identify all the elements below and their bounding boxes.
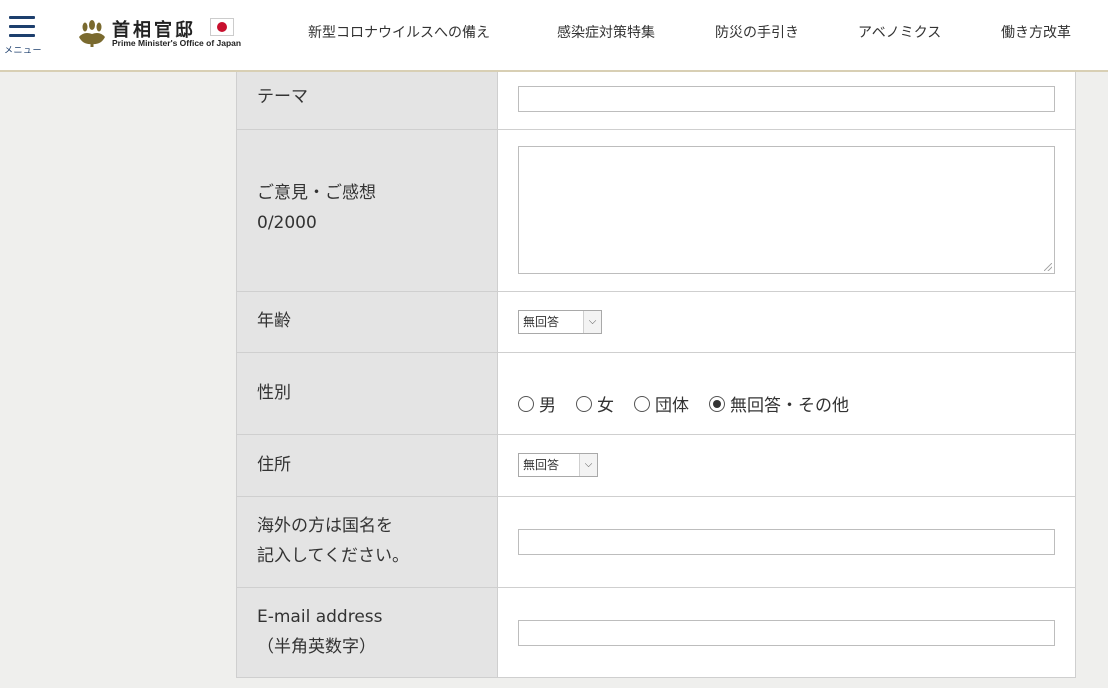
chevron-down-icon: ⌵ <box>583 311 601 333</box>
opinion-textarea[interactable] <box>518 146 1055 274</box>
radio-label: 女 <box>597 396 614 416</box>
email-input[interactable] <box>518 620 1055 646</box>
form-row-gender: 性別 男 女 団体 無回答・その他 <box>237 353 1075 435</box>
gender-radio-female[interactable]: 女 <box>576 391 614 416</box>
form-row-address: 住所 無回答 ⌵ <box>237 435 1075 497</box>
form-row-theme: テーマ <box>237 72 1075 130</box>
form-row-country: 海外の方は国名を 記入してください。 <box>237 497 1075 588</box>
radio-icon <box>634 395 650 412</box>
resize-grip-icon[interactable] <box>1044 263 1052 271</box>
nav-item-work-reform[interactable]: 働き方改革 <box>1001 22 1071 42</box>
address-select-value: 無回答 <box>523 458 560 472</box>
age-select[interactable]: 無回答 ⌵ <box>518 310 602 334</box>
opinion-char-counter: 0/2000 <box>257 213 317 233</box>
country-input[interactable] <box>518 529 1055 555</box>
site-logo[interactable]: 首相官邸 Prime Minister's Office of Japan <box>76 14 241 54</box>
radio-icon <box>576 395 592 412</box>
radio-label: 団体 <box>655 396 689 416</box>
radio-label: 無回答・その他 <box>730 396 849 416</box>
theme-label: テーマ <box>237 72 498 129</box>
opinion-label: ご意見・ご感想 <box>257 183 376 203</box>
radio-icon <box>518 395 534 412</box>
japan-flag-icon <box>210 18 234 36</box>
email-label-line2: （半角英数字） <box>257 637 376 657</box>
country-label-line2: 記入してください。 <box>257 546 409 566</box>
theme-input[interactable] <box>518 86 1055 112</box>
nav-item-corona[interactable]: 新型コロナウイルスへの備え <box>308 22 490 42</box>
gender-radio-no-answer[interactable]: 無回答・その他 <box>709 391 849 416</box>
nav-item-infection[interactable]: 感染症対策特集 <box>557 22 655 42</box>
gender-label: 性別 <box>237 353 498 434</box>
address-label: 住所 <box>237 435 498 496</box>
age-label: 年齢 <box>237 292 498 352</box>
nav-item-disaster[interactable]: 防災の手引き <box>715 22 799 42</box>
email-label-line1: E-mail address <box>257 607 383 627</box>
nav-item-abenomics[interactable]: アベノミクス <box>858 22 941 42</box>
address-select[interactable]: 無回答 ⌵ <box>518 453 598 477</box>
country-label-line1: 海外の方は国名を <box>257 516 393 536</box>
opinion-form: テーマ ご意見・ご感想 0/2000 年齢 無回答 ⌵ 性別 男 女 団体 無回… <box>236 72 1076 678</box>
age-select-value: 無回答 <box>523 315 560 329</box>
menu-button[interactable]: メニュー <box>4 12 42 58</box>
logo-subtitle: Prime Minister's Office of Japan <box>112 38 242 48</box>
gender-radio-group: 男 女 団体 無回答・その他 <box>518 391 869 416</box>
hamburger-icon <box>9 16 35 43</box>
gender-radio-group-org[interactable]: 団体 <box>634 391 689 416</box>
form-row-email: E-mail address （半角英数字） <box>237 588 1075 678</box>
radio-selected-icon <box>709 395 725 412</box>
radio-label: 男 <box>539 396 556 416</box>
chevron-down-icon: ⌵ <box>579 454 597 476</box>
paulownia-crest-icon <box>79 20 105 47</box>
menu-label: メニュー <box>4 46 43 56</box>
form-row-age: 年齢 無回答 ⌵ <box>237 292 1075 353</box>
site-header: メニュー 首相官邸 Prime Minister's Office of Jap… <box>0 0 1108 72</box>
form-row-opinion: ご意見・ご感想 0/2000 <box>237 130 1075 292</box>
gender-radio-male[interactable]: 男 <box>518 391 556 416</box>
